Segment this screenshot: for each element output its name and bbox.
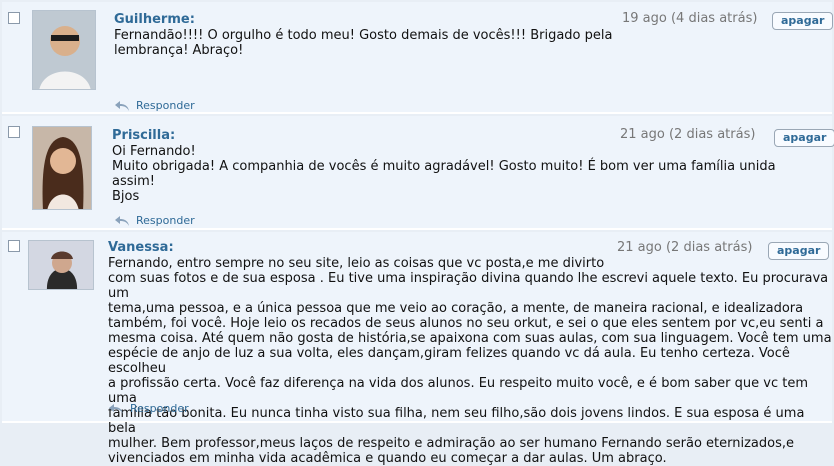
message-date: 21 ago (2 dias atrás): [620, 127, 756, 142]
scrap-entry: Priscilla: 21 ago (2 dias atrás) apagar …: [2, 116, 834, 230]
reply-arrow-icon: [109, 404, 123, 414]
reply-link[interactable]: Responder: [114, 214, 195, 227]
avatar[interactable]: [32, 10, 96, 90]
select-checkbox[interactable]: [8, 126, 20, 138]
message-date: 21 ago (2 dias atrás): [617, 240, 753, 255]
message-author[interactable]: Guilherme:: [114, 12, 195, 27]
reply-arrow-icon: [115, 216, 129, 226]
reply-arrow-icon: [115, 101, 129, 111]
avatar[interactable]: [28, 240, 94, 290]
message-text: Oi Fernando! Muito obrigada! A companhia…: [112, 144, 776, 204]
message-author[interactable]: Vanessa:: [108, 240, 174, 255]
message-author[interactable]: Priscilla:: [112, 128, 175, 143]
message-text: Fernandão!!!! O orgulho é todo meu! Gost…: [114, 28, 613, 58]
reply-link[interactable]: Responder: [114, 99, 195, 112]
reply-link[interactable]: Responder: [108, 402, 189, 415]
select-checkbox[interactable]: [8, 240, 20, 252]
message-text: Fernando, entro sempre no seu site, leio…: [108, 256, 832, 466]
avatar[interactable]: [32, 126, 92, 210]
scrap-entry: Vanessa: 21 ago (2 dias atrás) apagar Fe…: [2, 232, 832, 466]
message-date: 19 ago (4 dias atrás): [622, 11, 758, 26]
person-avatar-icon: [33, 11, 95, 89]
person-avatar-icon: [29, 241, 93, 289]
scrap-entry: Guilherme: 19 ago (4 dias atrás) apagar …: [2, 2, 834, 114]
person-avatar-icon: [33, 127, 91, 209]
select-checkbox[interactable]: [8, 12, 20, 24]
